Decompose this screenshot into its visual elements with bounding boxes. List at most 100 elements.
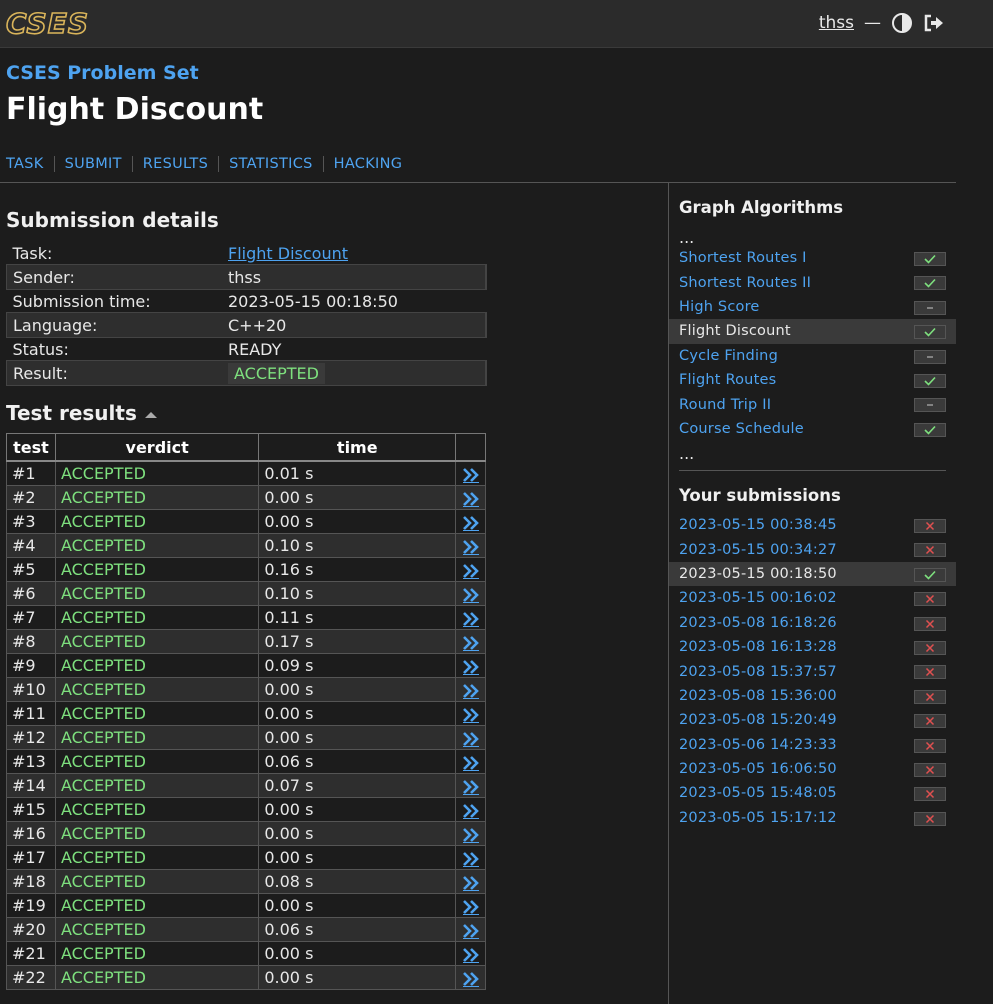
double-chevron-right-icon[interactable]: [462, 875, 480, 891]
double-chevron-right-icon[interactable]: [462, 731, 480, 747]
test-details-cell: [455, 941, 486, 966]
task-link[interactable]: Flight Discount: [228, 244, 348, 263]
problem-item[interactable]: Flight Routes: [669, 368, 956, 392]
double-chevron-right-icon[interactable]: [462, 851, 480, 867]
problem-link[interactable]: Cycle Finding: [679, 348, 778, 364]
cross-icon: [914, 543, 946, 558]
result-badge: ACCEPTED: [228, 362, 325, 384]
username-link[interactable]: thss: [819, 13, 854, 33]
test-details-cell: [455, 605, 486, 630]
submission-item[interactable]: 2023-05-08 16:18:26: [669, 611, 956, 635]
submission-item[interactable]: 2023-05-08 15:20:49: [669, 708, 956, 732]
test-time: 0.16 s: [258, 557, 457, 582]
tab-hacking[interactable]: HACKING: [322, 156, 413, 172]
submission-link[interactable]: 2023-05-05 16:06:50: [679, 761, 837, 777]
problem-item[interactable]: Round Trip II: [669, 392, 956, 416]
cses-logo[interactable]: CSES: [5, 8, 97, 38]
submission-item[interactable]: 2023-05-15 00:16:02: [669, 586, 956, 610]
submission-link[interactable]: 2023-05-08 15:20:49: [679, 712, 837, 728]
double-chevron-right-icon[interactable]: [462, 659, 480, 675]
problem-item[interactable]: Course Schedule: [669, 417, 956, 441]
tab-submit[interactable]: SUBMIT: [53, 156, 132, 172]
theme-toggle-icon[interactable]: [891, 12, 913, 34]
double-chevron-right-icon[interactable]: [462, 971, 480, 987]
problem-item[interactable]: Shortest Routes II: [669, 270, 956, 294]
problem-item[interactable]: Shortest Routes I: [669, 246, 956, 270]
problem-link[interactable]: Round Trip II: [679, 397, 771, 413]
double-chevron-right-icon[interactable]: [462, 587, 480, 603]
submission-link[interactable]: 2023-05-06 14:23:33: [679, 737, 837, 753]
problem-link[interactable]: Flight Routes: [679, 372, 776, 388]
submission-item[interactable]: 2023-05-05 15:17:12: [669, 806, 956, 830]
tab-statistics[interactable]: STATISTICS: [218, 156, 323, 172]
double-chevron-right-icon[interactable]: [462, 491, 480, 507]
submission-item[interactable]: 2023-05-05 15:48:05: [669, 781, 956, 805]
submission-item[interactable]: 2023-05-05 16:06:50: [669, 757, 956, 781]
submission-link[interactable]: 2023-05-15 00:18:50: [679, 566, 837, 582]
submission-item[interactable]: 2023-05-08 15:36:00: [669, 684, 956, 708]
problem-item[interactable]: High Score: [669, 295, 956, 319]
problem-link[interactable]: Shortest Routes II: [679, 275, 811, 291]
submission-item[interactable]: 2023-05-15 00:18:50: [669, 561, 956, 587]
submission-link[interactable]: 2023-05-08 16:13:28: [679, 639, 837, 655]
problem-link[interactable]: Shortest Routes I: [679, 250, 807, 266]
double-chevron-right-icon[interactable]: [462, 707, 480, 723]
test-time: 0.06 s: [258, 917, 457, 942]
test-row: #11 ACCEPTED 0.00 s: [6, 701, 486, 726]
collapse-toggle-icon[interactable]: [144, 411, 157, 418]
double-chevron-right-icon[interactable]: [462, 467, 480, 483]
test-row: #8 ACCEPTED 0.17 s: [6, 629, 486, 654]
test-details-cell: [455, 509, 486, 534]
double-chevron-right-icon[interactable]: [462, 539, 480, 555]
double-chevron-right-icon[interactable]: [462, 899, 480, 915]
submission-link[interactable]: 2023-05-08 15:36:00: [679, 688, 837, 704]
problem-item[interactable]: Cycle Finding: [669, 344, 956, 368]
tab-task[interactable]: TASK: [6, 156, 54, 172]
problem-link[interactable]: High Score: [679, 299, 760, 315]
double-chevron-right-icon[interactable]: [462, 563, 480, 579]
detail-label: Result:: [6, 361, 222, 385]
test-verdict: ACCEPTED: [54, 893, 260, 918]
test-verdict: ACCEPTED: [54, 533, 260, 558]
submission-item[interactable]: 2023-05-06 14:23:33: [669, 733, 956, 757]
tab-results[interactable]: RESULTS: [131, 156, 218, 172]
check-icon: [914, 373, 946, 388]
site-link[interactable]: CSES Problem Set: [6, 62, 199, 84]
cross-icon: [914, 787, 946, 802]
submission-link[interactable]: 2023-05-15 00:34:27: [679, 542, 837, 558]
logout-icon[interactable]: [923, 12, 945, 34]
submission-link[interactable]: 2023-05-15 00:38:45: [679, 517, 837, 533]
test-details-cell: [455, 917, 486, 942]
problem-link[interactable]: Course Schedule: [679, 421, 804, 437]
double-chevron-right-icon[interactable]: [462, 947, 480, 963]
test-row: #6 ACCEPTED 0.10 s: [6, 581, 486, 606]
detail-row-language: Language: C++20: [5, 312, 487, 338]
double-chevron-right-icon[interactable]: [462, 779, 480, 795]
problem-link[interactable]: Flight Discount: [679, 323, 791, 339]
submission-item[interactable]: 2023-05-15 00:34:27: [669, 537, 956, 561]
double-chevron-right-icon[interactable]: [462, 611, 480, 627]
test-details-cell: [455, 677, 486, 702]
double-chevron-right-icon[interactable]: [462, 683, 480, 699]
double-chevron-right-icon[interactable]: [462, 923, 480, 939]
test-time: 0.01 s: [258, 460, 457, 486]
submission-item[interactable]: 2023-05-08 15:37:57: [669, 659, 956, 683]
double-chevron-right-icon[interactable]: [462, 755, 480, 771]
submission-link[interactable]: 2023-05-05 15:48:05: [679, 785, 837, 801]
top-bar: CSES thss —: [0, 0, 993, 48]
double-chevron-right-icon[interactable]: [462, 803, 480, 819]
test-verdict: ACCEPTED: [54, 485, 260, 510]
double-chevron-right-icon[interactable]: [462, 515, 480, 531]
cross-icon: [914, 519, 946, 533]
submission-link[interactable]: 2023-05-08 15:37:57: [679, 664, 837, 680]
submission-item[interactable]: 2023-05-08 16:13:28: [669, 635, 956, 659]
problem-list: Shortest Routes I Shortest Routes II High …: [669, 246, 956, 441]
problem-item[interactable]: Flight Discount: [669, 319, 956, 344]
double-chevron-right-icon[interactable]: [462, 635, 480, 651]
double-chevron-right-icon[interactable]: [462, 827, 480, 843]
submission-link[interactable]: 2023-05-05 15:17:12: [679, 810, 837, 826]
submission-link[interactable]: 2023-05-08 16:18:26: [679, 615, 837, 631]
submission-link[interactable]: 2023-05-15 00:16:02: [679, 590, 837, 606]
test-number: #18: [6, 869, 56, 894]
submission-item[interactable]: 2023-05-15 00:38:45: [669, 513, 956, 537]
